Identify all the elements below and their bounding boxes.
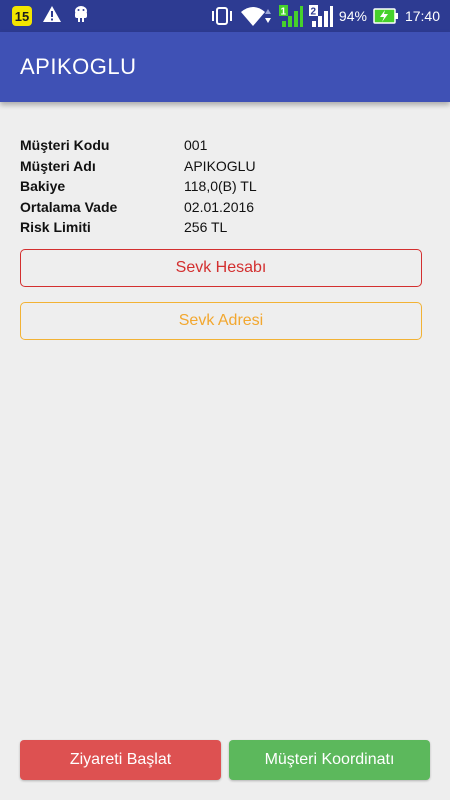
info-value: 256 TL bbox=[184, 219, 228, 236]
customer-coordinates-button[interactable]: Müşteri Koordinatı bbox=[229, 740, 430, 780]
info-value: 001 bbox=[184, 137, 208, 154]
status-bar: 15 1 2 94% 17:40 bbox=[0, 0, 450, 32]
info-value: 118,0(B) TL bbox=[184, 178, 257, 195]
info-label: Müşteri Adı bbox=[20, 157, 96, 174]
page-title: APIKOGLU bbox=[20, 54, 137, 79]
battery-charging-icon bbox=[373, 8, 399, 24]
info-row-customer-name: Müşteri Adı APIKOGLU bbox=[20, 156, 430, 177]
status-bar-left: 15 bbox=[12, 5, 90, 27]
status-bar-right: 1 2 94% 17:40 bbox=[211, 4, 440, 28]
number-badge-icon: 15 bbox=[12, 6, 32, 26]
info-label: Ortalama Vade bbox=[20, 198, 118, 215]
info-row-balance: Bakiye 118,0(B) TL bbox=[20, 176, 430, 197]
info-row-average-due: Ortalama Vade 02.01.2016 bbox=[20, 197, 430, 218]
info-value: APIKOGLU bbox=[184, 157, 256, 174]
sim1-label: 1 bbox=[280, 7, 286, 18]
android-debug-icon bbox=[72, 4, 90, 29]
info-label: Risk Limiti bbox=[20, 219, 91, 236]
wifi-icon bbox=[239, 5, 273, 27]
info-row-customer-code: Müşteri Kodu 001 bbox=[20, 135, 430, 156]
vibrate-icon bbox=[211, 6, 233, 26]
shipping-address-button[interactable]: Sevk Adresi bbox=[20, 302, 422, 340]
battery-percent: 94% bbox=[338, 8, 367, 24]
shipping-account-button[interactable]: Sevk Hesabı bbox=[20, 249, 422, 287]
start-visit-button[interactable]: Ziyareti Başlat bbox=[20, 740, 221, 780]
sim2-label: 2 bbox=[310, 7, 316, 18]
info-label: Müşteri Kodu bbox=[20, 137, 110, 154]
app-bar: APIKOGLU bbox=[0, 32, 450, 102]
info-row-risk-limit: Risk Limiti 256 TL bbox=[20, 217, 430, 238]
signal-icon: 1 bbox=[278, 5, 303, 27]
warning-icon bbox=[42, 5, 62, 28]
status-time: 17:40 bbox=[404, 8, 440, 24]
signal-icon: 2 bbox=[308, 5, 333, 27]
customer-info: Müşteri Kodu 001 Müşteri Adı APIKOGLU Ba… bbox=[20, 135, 430, 238]
info-value: 02.01.2016 bbox=[184, 198, 255, 215]
info-label: Bakiye bbox=[20, 178, 66, 195]
